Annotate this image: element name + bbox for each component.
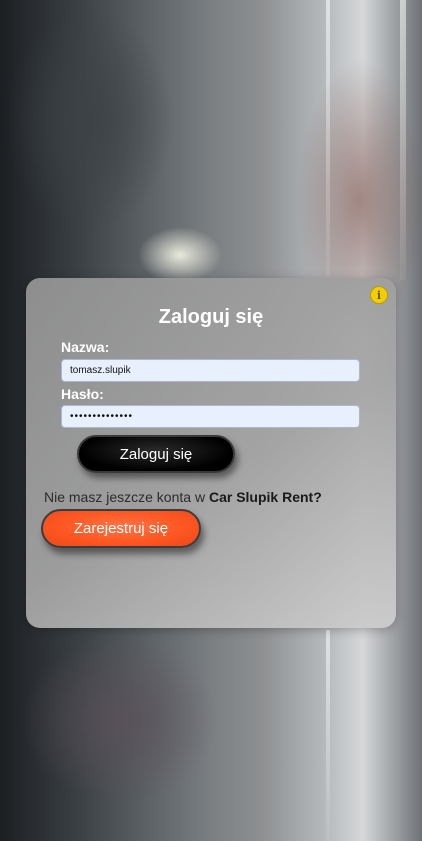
background-light-streak bbox=[400, 0, 406, 280]
background-light-streak bbox=[326, 630, 330, 841]
password-label: Hasło: bbox=[61, 386, 104, 402]
register-button[interactable]: Zarejestruj się bbox=[41, 509, 201, 548]
register-prompt-text: Nie masz jeszcze konta w bbox=[44, 489, 206, 505]
login-button[interactable]: Zaloguj się bbox=[77, 435, 235, 473]
username-label: Nazwa: bbox=[61, 339, 110, 355]
password-input[interactable] bbox=[61, 405, 360, 428]
info-icon[interactable]: i bbox=[370, 286, 388, 304]
login-title: Zaloguj się bbox=[158, 306, 264, 328]
username-input[interactable] bbox=[61, 359, 360, 382]
background-light-streak bbox=[326, 0, 330, 280]
brand-name: Car Slupik Rent? bbox=[208, 489, 322, 505]
register-prompt: Nie masz jeszcze konta w Car Slupik Rent… bbox=[44, 489, 322, 505]
login-card: i Zaloguj się Nazwa: Hasło: Zaloguj się … bbox=[26, 278, 396, 628]
